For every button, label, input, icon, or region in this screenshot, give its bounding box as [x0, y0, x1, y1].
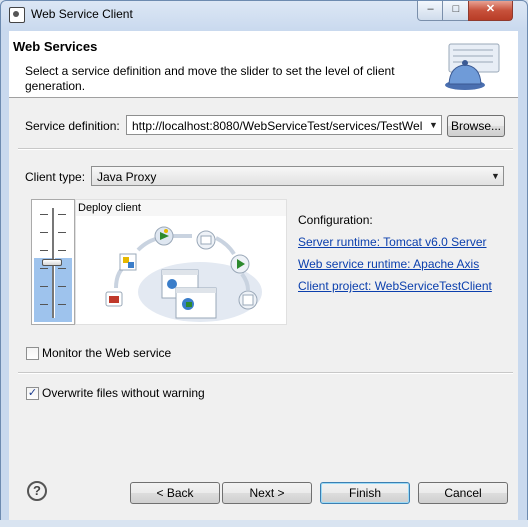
slider-tick — [40, 214, 48, 215]
overwrite-label: Overwrite files without warning — [42, 386, 205, 400]
client-type-combo[interactable]: Java Proxy ▼ — [91, 166, 504, 186]
service-definition-value: http://localhost:8080/WebServiceTest/ser… — [132, 119, 423, 133]
deploy-client-illustration: Deploy client — [75, 199, 287, 325]
window-title: Web Service Client — [31, 7, 133, 21]
lifecycle-diagram — [105, 226, 262, 322]
slider-tick — [40, 250, 48, 251]
slider-tick — [58, 250, 66, 251]
service-definition-combo[interactable]: http://localhost:8080/WebServiceTest/ser… — [126, 115, 442, 135]
slider-tick — [40, 286, 48, 287]
back-button[interactable]: < Back — [130, 482, 220, 504]
install-icon — [196, 230, 216, 250]
title-bar[interactable]: Web Service Client – □ ✕ — [1, 1, 527, 29]
slider-tick — [58, 232, 66, 233]
slider-tick — [58, 214, 66, 215]
client-project-link[interactable]: Client project: WebServiceTestClient — [298, 279, 492, 293]
slider-tick — [40, 268, 48, 269]
slider-tick — [58, 268, 66, 269]
maximize-button[interactable]: □ — [442, 1, 470, 21]
app-icon — [9, 7, 25, 23]
client-type-value: Java Proxy — [97, 170, 157, 184]
browse-button[interactable]: Browse... — [447, 115, 505, 137]
server-runtime-link[interactable]: Server runtime: Tomcat v6.0 Server — [298, 235, 487, 249]
monitor-checkbox[interactable] — [26, 347, 39, 360]
deploy-header: Deploy client — [76, 200, 286, 216]
overwrite-checkbox[interactable]: ✓ — [26, 387, 39, 400]
close-button[interactable]: ✕ — [468, 1, 513, 21]
finish-button[interactable]: Finish — [320, 482, 410, 504]
separator — [18, 372, 513, 374]
deploy-icon — [154, 226, 174, 246]
next-button[interactable]: Next > — [222, 482, 312, 504]
chevron-down-icon[interactable]: ▼ — [426, 116, 441, 134]
slider-tick — [58, 286, 66, 287]
service-bell-icon — [445, 43, 500, 90]
help-icon[interactable]: ? — [27, 481, 47, 501]
generation-level-slider[interactable] — [31, 199, 75, 325]
dialog-content: Web Services Select a service definition… — [9, 31, 518, 521]
minimize-button[interactable]: – — [417, 1, 444, 21]
cancel-button[interactable]: Cancel — [418, 482, 508, 504]
separator — [18, 148, 513, 150]
service-definition-label: Service definition: — [25, 119, 120, 133]
banner-description: Select a service definition and move the… — [25, 64, 395, 93]
banner-title: Web Services — [13, 39, 98, 54]
wizard-banner: Web Services Select a service definition… — [9, 31, 518, 98]
configuration-heading: Configuration: — [298, 213, 373, 227]
slider-thumb[interactable] — [42, 259, 62, 266]
bottom-strip — [0, 520, 528, 527]
monitor-label: Monitor the Web service — [42, 346, 172, 360]
slider-tick — [40, 304, 48, 305]
slider-tick — [58, 304, 66, 305]
slider-level-label: Deploy client — [78, 202, 141, 214]
web-service-runtime-link[interactable]: Web service runtime: Apache Axis — [298, 257, 479, 271]
develop-icon — [105, 291, 123, 307]
client-type-label: Client type: — [25, 170, 86, 184]
assemble-icon — [119, 253, 137, 271]
test-icon — [238, 290, 258, 310]
chevron-down-icon[interactable]: ▼ — [488, 167, 503, 185]
slider-tick — [40, 232, 48, 233]
dialog-window: Web Service Client – □ ✕ Web Services Se… — [0, 0, 528, 527]
start-icon — [230, 254, 250, 274]
